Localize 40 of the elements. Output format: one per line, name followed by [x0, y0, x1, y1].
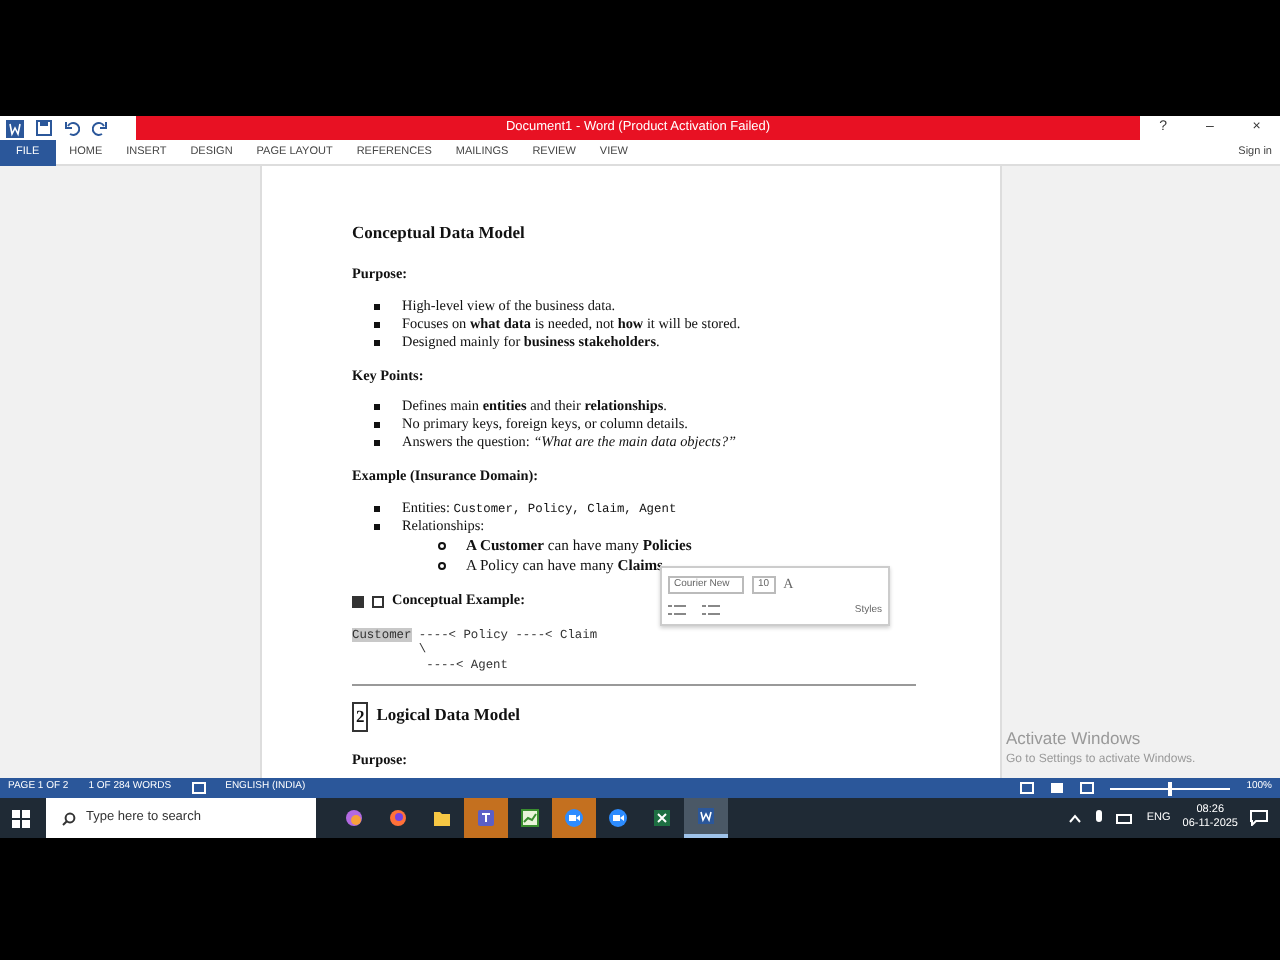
teams-icon [476, 807, 496, 827]
numbering-icon[interactable] [702, 604, 720, 617]
windows-start-icon[interactable] [12, 809, 30, 827]
proofing-icon[interactable] [191, 782, 206, 794]
folder-icon [432, 807, 452, 827]
read-mode-icon[interactable] [1020, 782, 1035, 794]
bullet-icon [374, 404, 380, 411]
search-icon [62, 811, 76, 825]
section-heading: Conceptual Data Model [352, 220, 527, 246]
circle-bullet-icon [438, 562, 446, 571]
circle-bullet-icon [438, 542, 446, 551]
activation-title: Activate Windows [1006, 726, 1143, 752]
bullet-icon [374, 303, 380, 310]
redo-icon[interactable] [92, 120, 108, 136]
copilot-icon [344, 807, 364, 827]
print-layout-icon[interactable] [1050, 782, 1065, 794]
web-layout-icon[interactable] [1080, 782, 1095, 794]
chevron-up-icon[interactable] [1068, 813, 1083, 823]
bullet-icon [374, 506, 380, 513]
excel-icon [652, 807, 672, 827]
firefox-icon [388, 807, 408, 827]
bullet-icon [374, 524, 380, 531]
chart-icon [520, 807, 540, 827]
save-icon[interactable] [36, 120, 52, 136]
bullet-icon [374, 339, 380, 346]
notification-icon[interactable] [1250, 810, 1268, 826]
zoom-icon [564, 807, 584, 827]
undo-icon[interactable] [64, 120, 80, 136]
empty-box-icon [372, 595, 384, 608]
bullet-icon [374, 422, 380, 429]
number-box: 2 [352, 702, 369, 733]
zoom-icon [608, 807, 628, 827]
battery-icon[interactable] [1116, 813, 1135, 823]
zoom-slider-thumb[interactable] [1168, 781, 1173, 795]
bullets-icon[interactable] [668, 604, 686, 617]
section-heading: Logical Data Model [376, 702, 521, 729]
microphone-icon[interactable] [1094, 810, 1105, 826]
bullet-icon [374, 321, 380, 328]
word-icon [696, 806, 716, 826]
bullet-icon [374, 440, 380, 447]
